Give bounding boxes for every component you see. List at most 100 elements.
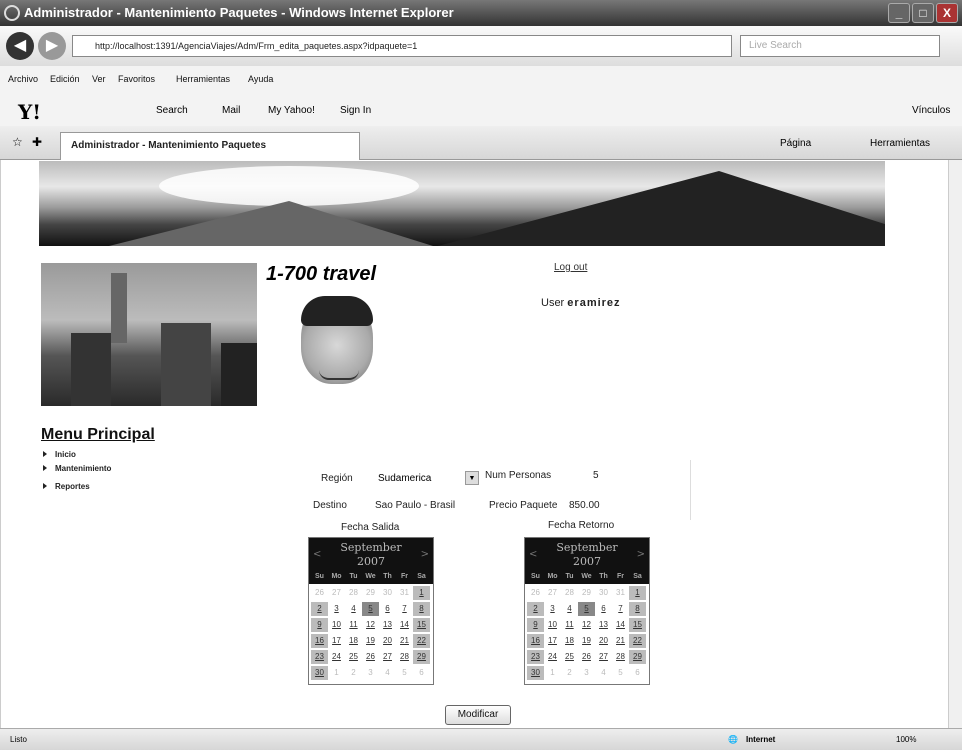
calendar-day[interactable]: 3 (328, 602, 345, 616)
calendar-day[interactable]: 26 (311, 586, 328, 600)
menu-favoritos[interactable]: Favoritos (118, 74, 155, 84)
herramientas-menu[interactable]: Herramientas (870, 138, 930, 149)
calendar-day[interactable]: 30 (311, 666, 328, 680)
logout-link[interactable]: Log out (554, 262, 587, 273)
calendar-day[interactable]: 3 (578, 666, 595, 680)
menu-item-reportes[interactable]: Reportes (43, 482, 90, 491)
calendar-day[interactable]: 22 (629, 634, 646, 648)
calendar-day[interactable]: 29 (362, 586, 379, 600)
minimize-button[interactable]: _ (888, 3, 910, 23)
browser-tab[interactable]: Administrador - Mantenimiento Paquetes (60, 132, 360, 160)
calendar-day[interactable]: 15 (413, 618, 430, 632)
maximize-button[interactable]: □ (912, 3, 934, 23)
calendar-day[interactable]: 28 (396, 650, 413, 664)
address-bar[interactable]: http://localhost:1391/AgenciaViajes/Adm/… (72, 35, 732, 57)
calendar-day[interactable]: 2 (311, 602, 328, 616)
calendar-prev-button[interactable]: < (313, 548, 321, 562)
calendar-day[interactable]: 28 (612, 650, 629, 664)
calendar-day[interactable]: 3 (544, 602, 561, 616)
calendar-day[interactable]: 27 (595, 650, 612, 664)
scrollbar[interactable] (948, 160, 962, 728)
calendar-day[interactable]: 31 (612, 586, 629, 600)
calendar-day[interactable]: 30 (379, 586, 396, 600)
calendar-day[interactable]: 5 (362, 602, 379, 616)
calendar-day[interactable]: 12 (362, 618, 379, 632)
calendar-day[interactable]: 11 (345, 618, 362, 632)
calendar-day[interactable]: 28 (345, 586, 362, 600)
calendar-day[interactable]: 4 (345, 602, 362, 616)
calendar-day[interactable]: 4 (379, 666, 396, 680)
menu-item-mantenimiento[interactable]: Mantenimiento (43, 464, 111, 473)
calendar-day[interactable]: 4 (595, 666, 612, 680)
zoom-level[interactable]: 100% (896, 730, 916, 750)
calendar-day[interactable]: 26 (362, 650, 379, 664)
calendar-day[interactable]: 26 (578, 650, 595, 664)
calendar-day[interactable]: 16 (311, 634, 328, 648)
search-input[interactable]: Live Search (740, 35, 940, 57)
calendar-day[interactable]: 5 (578, 602, 595, 616)
calendar-day[interactable]: 1 (413, 586, 430, 600)
calendar-day[interactable]: 3 (362, 666, 379, 680)
calendar-day[interactable]: 25 (345, 650, 362, 664)
calendar-next-button[interactable]: > (637, 548, 645, 562)
calendar-retorno[interactable]: September 2007 < > Su Mo Tu We Th Fr Sa 26 27 28 29 30 3… (524, 537, 650, 685)
calendar-day[interactable]: 15 (629, 618, 646, 632)
calendar-day[interactable]: 2 (527, 602, 544, 616)
calendar-day[interactable]: 27 (328, 586, 345, 600)
calendar-day[interactable]: 9 (311, 618, 328, 632)
calendar-day[interactable]: 11 (561, 618, 578, 632)
calendar-day[interactable]: 27 (379, 650, 396, 664)
calendar-day[interactable]: 5 (396, 666, 413, 680)
my-yahoo-button[interactable]: My Yahoo! (268, 105, 315, 116)
menu-ver[interactable]: Ver (92, 74, 106, 84)
calendar-day[interactable]: 19 (578, 634, 595, 648)
calendar-salida[interactable]: September 2007 < > Su Mo Tu We Th Fr Sa 26 27 28 29 30 3… (308, 537, 434, 685)
calendar-prev-button[interactable]: < (529, 548, 537, 562)
calendar-day[interactable]: 16 (527, 634, 544, 648)
calendar-day[interactable]: 6 (379, 602, 396, 616)
close-button[interactable]: X (936, 3, 958, 23)
calendar-day[interactable]: 10 (544, 618, 561, 632)
add-favorites-icon[interactable]: ✚ (32, 135, 42, 149)
back-icon[interactable]: ◀ (6, 32, 34, 60)
calendar-day[interactable]: 17 (544, 634, 561, 648)
calendar-day[interactable]: 19 (362, 634, 379, 648)
calendar-day[interactable]: 13 (379, 618, 396, 632)
calendar-day[interactable]: 27 (544, 586, 561, 600)
calendar-day[interactable]: 23 (527, 650, 544, 664)
calendar-day[interactable]: 7 (396, 602, 413, 616)
menu-item-inicio[interactable]: Inicio (43, 450, 76, 459)
calendar-day[interactable]: 5 (612, 666, 629, 680)
calendar-day[interactable]: 1 (328, 666, 345, 680)
calendar-day[interactable]: 6 (413, 666, 430, 680)
region-select[interactable]: Sudamerica ▼ (375, 470, 479, 488)
calendar-day[interactable]: 2 (345, 666, 362, 680)
calendar-day[interactable]: 24 (328, 650, 345, 664)
calendar-day[interactable]: 29 (629, 650, 646, 664)
calendar-day[interactable]: 21 (612, 634, 629, 648)
calendar-day[interactable]: 1 (544, 666, 561, 680)
calendar-day[interactable]: 13 (595, 618, 612, 632)
calendar-day[interactable]: 28 (561, 586, 578, 600)
menu-ayuda[interactable]: Ayuda (248, 74, 273, 84)
calendar-day[interactable]: 6 (629, 666, 646, 680)
calendar-day[interactable]: 20 (595, 634, 612, 648)
calendar-day[interactable]: 26 (527, 586, 544, 600)
calendar-day[interactable]: 25 (561, 650, 578, 664)
calendar-day[interactable]: 9 (527, 618, 544, 632)
menu-edicion[interactable]: Edición (50, 74, 80, 84)
calendar-day[interactable]: 12 (578, 618, 595, 632)
yahoo-mail-button[interactable]: Mail (222, 105, 240, 116)
calendar-day[interactable]: 14 (396, 618, 413, 632)
calendar-day[interactable]: 23 (311, 650, 328, 664)
calendar-day[interactable]: 6 (595, 602, 612, 616)
vinculos-link[interactable]: Vínculos (912, 105, 950, 116)
calendar-day[interactable]: 7 (612, 602, 629, 616)
calendar-day[interactable]: 22 (413, 634, 430, 648)
menu-herramientas[interactable]: Herramientas (176, 74, 230, 84)
calendar-day[interactable]: 17 (328, 634, 345, 648)
calendar-day[interactable]: 29 (413, 650, 430, 664)
calendar-day[interactable]: 1 (629, 586, 646, 600)
calendar-day[interactable]: 18 (561, 634, 578, 648)
calendar-day[interactable]: 14 (612, 618, 629, 632)
